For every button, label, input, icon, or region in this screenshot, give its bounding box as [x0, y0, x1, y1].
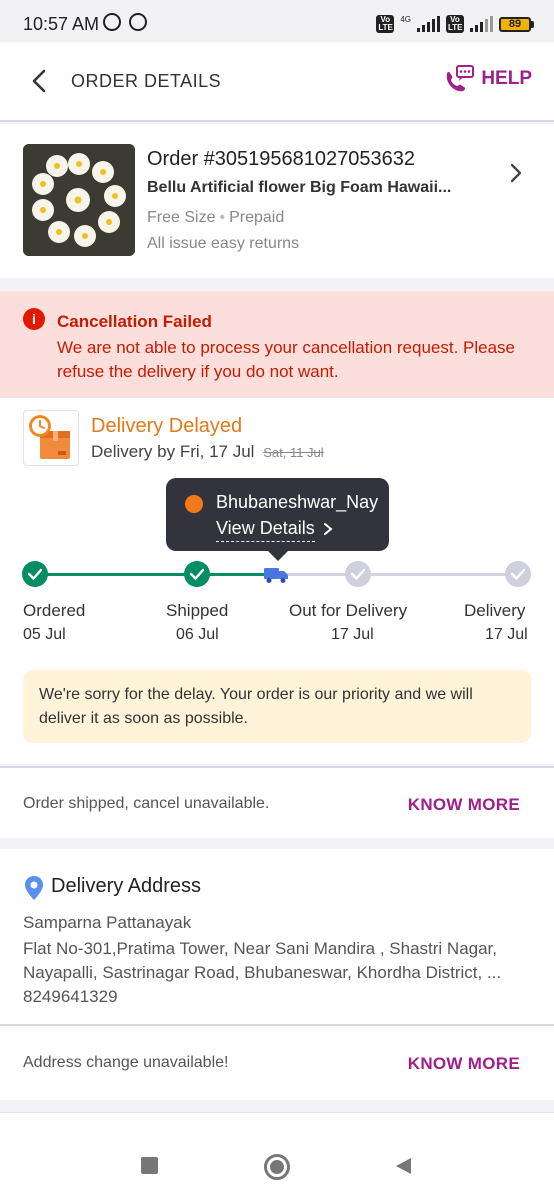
current-location: Bhubaneshwar_Nay [216, 492, 379, 512]
delivery-address-title: Delivery Address [51, 875, 202, 897]
recipient-name: Samparna Pattanayak [23, 913, 192, 932]
cancellation-error-banner: i Cancellation Failed We are not able to… [0, 291, 554, 398]
delivery-status-card: Delivery Delayed Delivery by Fri, 17 Jul… [0, 398, 554, 764]
step-label-shipped: Shipped [166, 601, 229, 620]
delivery-tracker [0, 558, 554, 590]
battery-icon: 89 [499, 16, 534, 32]
recipient-phone: 8249641329 [23, 987, 118, 1006]
delivery-delayed-title: Delivery Delayed [91, 415, 243, 437]
step-date-shipped: 06 Jul [176, 626, 219, 643]
step-date-out-for-delivery: 17 Jul [331, 626, 374, 643]
delay-apology-notice: We're sorry for the delay. Your order is… [23, 670, 531, 743]
location-tooltip[interactable]: Bhubaneshwar_Nay View Details [166, 478, 389, 561]
step-date-ordered: 05 Jul [23, 626, 66, 643]
cancel-know-more-link[interactable]: KNOW MORE [408, 795, 520, 815]
status-bar: 10:57 AM Vo LTE 4G Vo LTE 89 [0, 0, 554, 42]
step-ordered-check-icon [22, 561, 48, 587]
cancellation-message: We are not able to process your cancella… [57, 338, 516, 381]
delayed-package-icon [23, 410, 79, 466]
step-date-delivery: 17 Jul [485, 626, 528, 643]
view-details-link[interactable]: View Details [216, 518, 315, 542]
delivery-date-line: Delivery by Fri, 17 Jul Sat, 11 Jul [91, 442, 324, 462]
location-dot-icon [185, 495, 203, 513]
cancel-unavailable-text: Order shipped, cancel unavailable. [23, 795, 270, 812]
product-image [23, 144, 135, 256]
step-label-ordered: Ordered [23, 601, 86, 620]
address-know-more-link[interactable]: KNOW MORE [408, 1054, 520, 1074]
recent-apps-icon[interactable] [141, 1157, 158, 1174]
address-line-1: Flat No-301,Pratima Tower, Near Sani Man… [23, 939, 498, 958]
page-title: ORDER DETAILS [71, 71, 222, 91]
home-icon[interactable] [264, 1154, 290, 1180]
payment-mode: Prepaid [229, 209, 285, 226]
address-line-2: Nayapalli, Sastrinagar Road, Bhubaneswar… [23, 963, 502, 982]
support-chat-icon [447, 65, 475, 92]
step-label-delivery: Delivery [464, 601, 526, 620]
step-out-for-delivery-check-icon [345, 561, 371, 587]
order-number: Order #305195681027053632 [147, 148, 416, 170]
delivery-by-label: Delivery by [91, 442, 176, 461]
app-header: ORDER DETAILS HELP [0, 42, 554, 122]
help-label: HELP [481, 68, 532, 89]
chevron-right-icon [324, 523, 333, 535]
order-summary-card[interactable]: Order #305195681027053632 Bellu Artifici… [0, 124, 554, 278]
volte-icon: Vo LTE [376, 15, 395, 33]
error-info-icon: i [23, 308, 45, 330]
system-nav-bar [0, 1112, 554, 1200]
location-pin-icon [25, 876, 43, 900]
old-delivery-date: Sat, 11 Jul [263, 445, 324, 460]
cancellation-title: Cancellation Failed [57, 312, 212, 331]
whatsapp-icon [129, 13, 147, 31]
delivery-truck-icon [264, 568, 288, 583]
address-lines: Flat No-301,Pratima Tower, Near Sani Man… [23, 937, 533, 1009]
signal-icon [417, 16, 440, 32]
status-time: 10:57 AM [23, 14, 100, 34]
track-segment-done [35, 573, 197, 576]
help-button[interactable]: HELP [443, 64, 532, 94]
step-shipped-check-icon [184, 561, 210, 587]
product-name: Bellu Artificial flower Big Foam Hawaii.… [147, 179, 452, 196]
alarm-icon [103, 13, 121, 31]
back-arrow-icon[interactable] [28, 68, 54, 94]
step-delivery-check-icon [505, 561, 531, 587]
address-change-row: Address change unavailable! KNOW MORE [0, 1024, 554, 1100]
chevron-right-icon[interactable] [508, 162, 524, 184]
order-meta: Free Size • Prepaid [147, 209, 285, 226]
address-change-text: Address change unavailable! [23, 1054, 229, 1071]
product-size: Free Size [147, 209, 216, 226]
network-type: 4G [400, 15, 411, 24]
back-triangle-icon[interactable] [393, 1156, 413, 1176]
volte-icon-2: Vo LTE [446, 15, 464, 33]
cancel-unavailable-row: Order shipped, cancel unavailable. KNOW … [0, 766, 554, 838]
step-label-out-for-delivery: Out for Delivery [289, 601, 408, 620]
signal-icon-2 [470, 16, 493, 32]
track-segment-pending [280, 573, 518, 576]
new-delivery-date: Fri, 17 Jul [179, 442, 255, 461]
return-policy: All issue easy returns [147, 235, 300, 252]
delivery-address-card: Delivery Address Samparna Pattanayak Fla… [0, 849, 554, 1024]
battery-level: 89 [499, 16, 531, 32]
